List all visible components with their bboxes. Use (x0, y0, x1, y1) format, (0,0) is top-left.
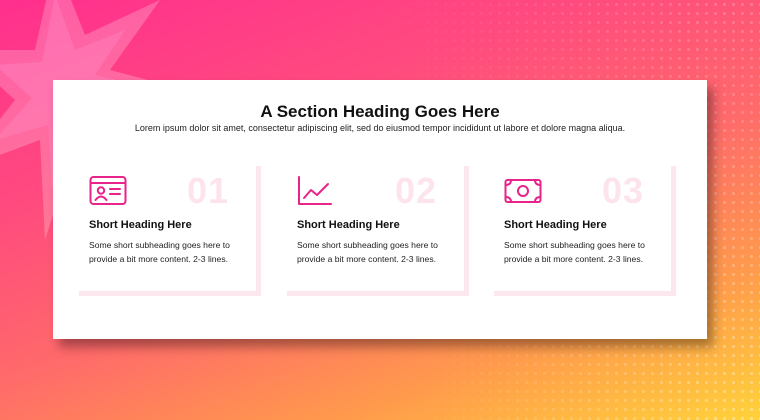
feature-card-3: 03 Short Heading Here Some short subhead… (494, 166, 676, 296)
feature-heading: Short Heading Here (504, 219, 607, 231)
section-subtitle: Lorem ipsum dolor sit amet, consectetur … (134, 123, 626, 133)
feature-heading: Short Heading Here (89, 219, 192, 231)
section-title: A Section Heading Goes Here (260, 102, 500, 121)
feature-number: 03 (601, 170, 644, 211)
feature-frame-bottom (79, 291, 261, 296)
feature-frame-bottom (494, 291, 676, 296)
feature-card-1: 01 Short Heading Here Some short subhead… (79, 166, 261, 296)
feature-description: Some short subheading goes here to provi… (297, 240, 438, 264)
feature-frame-bottom (287, 291, 469, 296)
banknote-icon (504, 179, 542, 203)
feature-heading: Short Heading Here (297, 219, 400, 231)
feature-section-card: A Section Heading Goes Here Lorem ipsum … (53, 80, 707, 339)
feature-frame-right (464, 166, 469, 296)
line-chart-icon (298, 176, 332, 205)
feature-description: Some short subheading goes here to provi… (89, 240, 230, 264)
feature-number: 01 (186, 170, 229, 211)
feature-number: 02 (394, 170, 437, 211)
feature-frame-right (671, 166, 676, 296)
feature-frame-right (256, 166, 261, 296)
feature-card-2: 02 Short Heading Here Some short subhead… (287, 166, 469, 296)
feature-description: Some short subheading goes here to provi… (504, 240, 645, 264)
id-card-icon (89, 176, 127, 205)
